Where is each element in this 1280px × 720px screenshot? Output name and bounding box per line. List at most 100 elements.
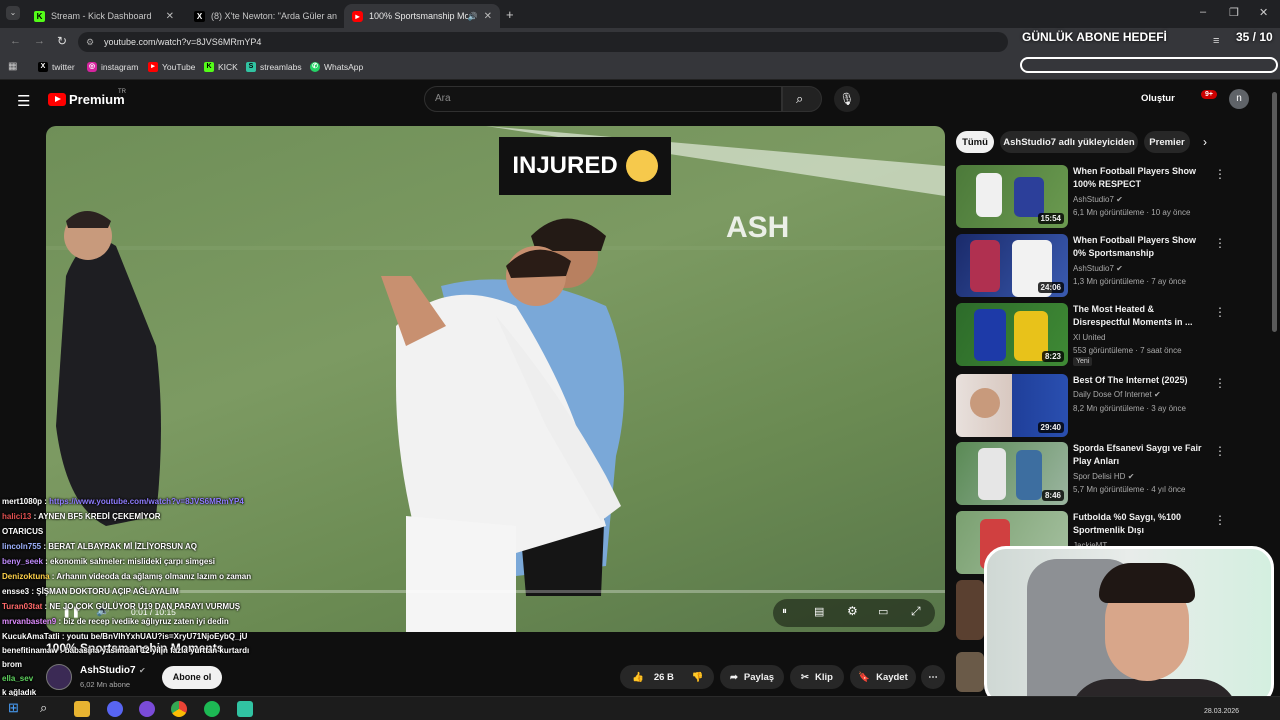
bookmark-twitter[interactable]: Xtwitter: [38, 62, 75, 72]
taskbar-search-icon[interactable]: ⌕: [40, 700, 47, 716]
media-control-icon[interactable]: ≡: [1213, 35, 1219, 47]
youtube-logo-icon[interactable]: [48, 93, 66, 106]
like-count[interactable]: 26 B: [654, 672, 674, 683]
video-duration: 24:06: [1037, 282, 1064, 293]
save-button[interactable]: 🔖 Kaydet: [850, 665, 916, 689]
recommended-video[interactable]: 8:23 The Most Heated & Disrespectful Mom…: [956, 303, 1226, 367]
recommended-video[interactable]: 24:06 When Football Players Show 0% Spor…: [956, 234, 1226, 298]
theater-mode-icon[interactable]: ▭: [878, 605, 888, 618]
video-thumbnail[interactable]: 8:23: [956, 303, 1068, 366]
chip-all[interactable]: Tümü: [956, 131, 994, 153]
video-channel: Daily Dose Of Internet ✔: [1073, 390, 1161, 399]
video-title[interactable]: Best Of The Internet (2025): [1073, 374, 1208, 387]
video-title[interactable]: When Football Players Show 0% Sportsmans…: [1073, 234, 1208, 260]
notification-badge[interactable]: 9+: [1201, 90, 1217, 99]
bookmark-youtube[interactable]: ▸ YouTube: [148, 62, 195, 72]
chat-username: lincoln755: [2, 542, 42, 551]
share-button[interactable]: ➦ Paylaş: [720, 665, 784, 689]
chip-premier[interactable]: Premier: [1144, 131, 1190, 153]
chat-message: OTARICUS: [2, 527, 43, 536]
bookmark-whatsapp[interactable]: ✆ WhatsApp: [310, 62, 363, 72]
close-window-icon[interactable]: ✕: [1259, 6, 1268, 19]
more-options-icon[interactable]: ⋮: [1214, 376, 1226, 390]
chevron-right-icon[interactable]: ›: [1203, 135, 1207, 149]
close-tab-icon[interactable]: ✕: [478, 11, 492, 22]
microphone-icon: 🎙: [839, 92, 855, 106]
video-title[interactable]: Sporda Efsanevi Saygı ve Fair Play Anlar…: [1073, 442, 1208, 468]
video-title[interactable]: Futbolda %0 Saygı, %100 Sportmenlik Dışı: [1073, 511, 1208, 537]
video-thumbnail[interactable]: 8:46: [956, 442, 1068, 505]
chat-username: Denizoktuna: [2, 572, 50, 581]
chat-text: BERAT ALBAYRAK Mİ İZLİYORSUN AQ: [48, 542, 197, 551]
spotify-icon[interactable]: [204, 701, 220, 717]
chip-from-uploader[interactable]: AshStudio7 adlı yükleyiciden: [1000, 131, 1138, 153]
audio-playing-icon[interactable]: 🔊: [468, 12, 478, 21]
chat-text: https://www.youtube.com/watch?v=8JVS6MRm…: [49, 497, 244, 506]
bookmark-streamlabs[interactable]: Sstreamlabs: [246, 62, 302, 72]
chat-username: beny_seek: [2, 557, 43, 566]
video-thumbnail[interactable]: 15:54: [956, 165, 1068, 228]
chat-message: brom: [2, 660, 22, 669]
channel-avatar[interactable]: [46, 664, 72, 690]
autoplay-toggle-icon[interactable]: ⏸: [782, 606, 787, 617]
url-field[interactable]: ⚙ youtube.com/watch?v=8JVS6MRmYP4: [78, 32, 1008, 52]
subscribe-button[interactable]: Abone ol: [162, 666, 222, 689]
settings-gear-icon[interactable]: ⚙: [847, 604, 858, 618]
chat-message: benefitinamaw : babasina yasimdan 12 yil…: [2, 646, 249, 655]
minimize-icon[interactable]: –: [1200, 6, 1206, 18]
discord-icon[interactable]: [107, 701, 123, 717]
more-options-icon[interactable]: ⋮: [1214, 305, 1226, 319]
video-thumbnail[interactable]: [956, 580, 984, 640]
maximize-icon[interactable]: ❐: [1229, 6, 1239, 19]
voice-search-button[interactable]: 🎙: [834, 86, 860, 112]
page-scrollbar[interactable]: [1272, 92, 1277, 332]
forward-icon[interactable]: →: [34, 35, 45, 47]
avatar[interactable]: n: [1229, 89, 1249, 109]
video-title[interactable]: The Most Heated & Disrespectful Moments …: [1073, 303, 1208, 329]
tab-kick-dashboard[interactable]: K Stream - Kick Dashboard ✕: [26, 4, 182, 28]
tab-search-icon[interactable]: ⌄: [6, 6, 20, 20]
recommended-video[interactable]: 8:46 Sporda Efsanevi Saygı ve Fair Play …: [956, 442, 1226, 506]
channel-name[interactable]: AshStudio7: [80, 665, 136, 676]
new-tab-icon[interactable]: +: [506, 7, 514, 22]
apps-grid-icon[interactable]: ▦: [8, 61, 17, 72]
bookmark-kick[interactable]: K KICK: [204, 62, 238, 72]
reload-icon[interactable]: ↻: [57, 34, 67, 48]
recommended-video[interactable]: 15:54 When Football Players Show 100% RE…: [956, 165, 1226, 229]
recommended-video[interactable]: 29:40 Best Of The Internet (2025) Daily …: [956, 374, 1226, 438]
windows-start-icon[interactable]: ⊞: [8, 700, 19, 716]
close-tab-icon[interactable]: ✕: [160, 11, 174, 22]
search-input[interactable]: Ara: [424, 86, 782, 112]
subtitles-icon[interactable]: ▤: [814, 605, 824, 618]
x-favicon-icon: X: [194, 10, 205, 22]
tab-x-newton[interactable]: X (8) X'te Newton: "Arda Güler an ✕: [186, 4, 342, 28]
back-icon[interactable]: ←: [10, 35, 21, 47]
more-options-icon[interactable]: ⋮: [1214, 444, 1226, 458]
more-options-icon[interactable]: ⋮: [1214, 513, 1226, 527]
more-options-icon[interactable]: ⋮: [1214, 167, 1226, 181]
tab-youtube-video[interactable]: ▸ 100% Sportsmanship Mome 🔊 ✕: [344, 4, 500, 28]
youtube-premium-logo[interactable]: Premium: [69, 92, 125, 107]
file-explorer-icon[interactable]: [74, 701, 90, 717]
create-button[interactable]: Oluştur: [1141, 93, 1175, 104]
search-icon: ⌕: [796, 91, 804, 106]
more-actions-icon[interactable]: ⋯: [921, 665, 945, 689]
search-button[interactable]: ⌕: [782, 86, 822, 112]
video-thumbnail[interactable]: 24:06: [956, 234, 1068, 297]
video-title[interactable]: When Football Players Show 100% RESPECT: [1073, 165, 1208, 191]
close-tab-icon[interactable]: ✕: [337, 11, 342, 22]
more-options-icon[interactable]: ⋮: [1214, 236, 1226, 250]
progress-bar[interactable]: [46, 590, 945, 593]
hamburger-menu-icon[interactable]: ☰: [17, 92, 30, 110]
site-info-icon[interactable]: ⚙: [86, 32, 94, 52]
clip-button[interactable]: ✂ Klip: [790, 665, 844, 689]
bookmark-instagram[interactable]: ◎ instagram: [87, 62, 138, 72]
chrome-icon[interactable]: [171, 701, 187, 717]
video-thumbnail[interactable]: 29:40: [956, 374, 1068, 437]
dislike-icon[interactable]: 👎: [692, 672, 704, 683]
video-thumbnail[interactable]: [956, 652, 984, 692]
obs-icon[interactable]: [139, 701, 155, 717]
streamlabs-app-icon[interactable]: [237, 701, 253, 717]
fullscreen-icon[interactable]: ⤢: [911, 604, 921, 619]
like-icon[interactable]: 👍: [632, 672, 644, 683]
